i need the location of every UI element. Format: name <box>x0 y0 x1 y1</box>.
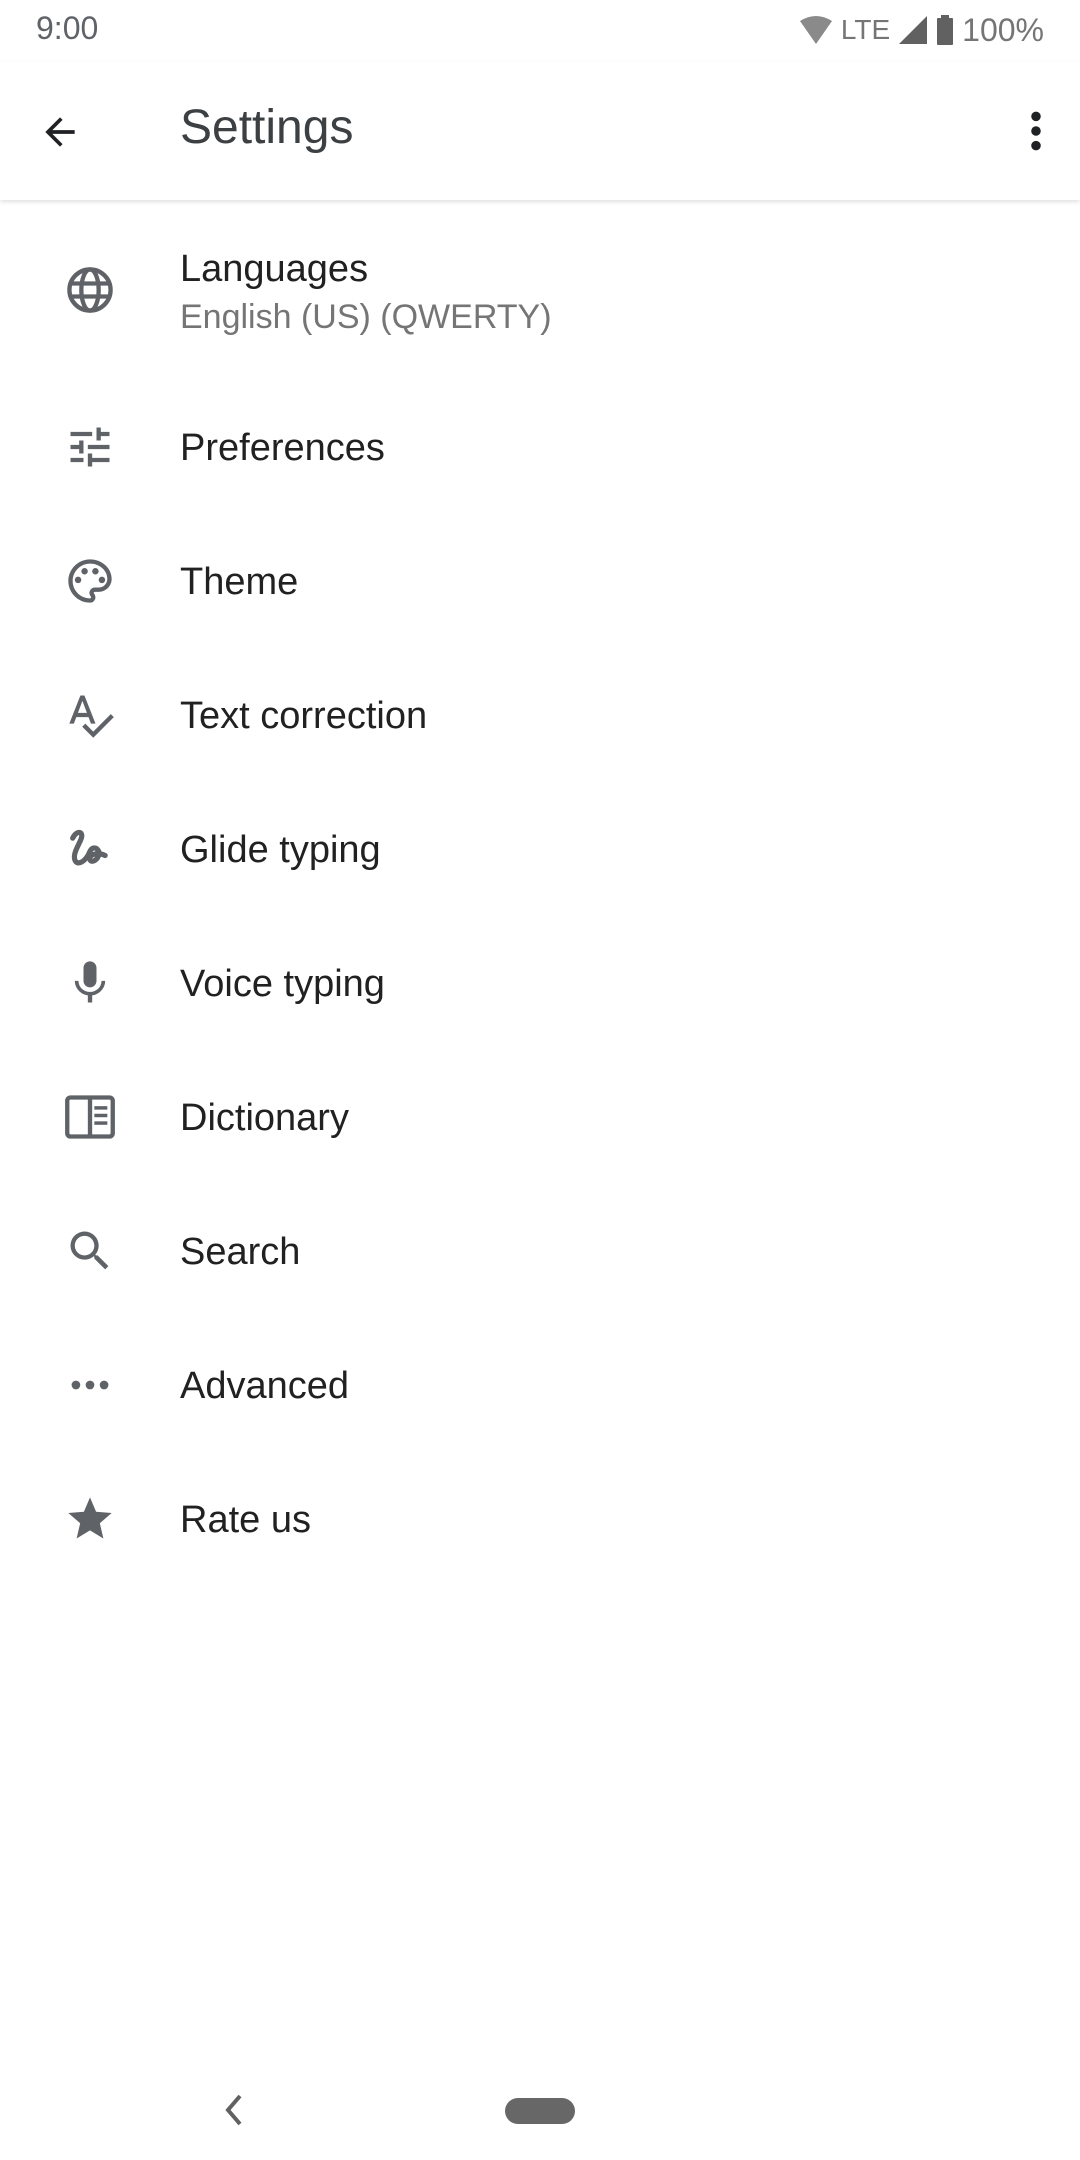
settings-item-search[interactable]: Search <box>0 1184 1080 1318</box>
settings-item-label: Text correction <box>180 695 428 737</box>
settings-item-label: Preferences <box>180 427 385 469</box>
nav-back-button[interactable] <box>218 2090 248 2130</box>
settings-item-dictionary[interactable]: Dictionary <box>0 1050 1080 1184</box>
settings-item-advanced[interactable]: Advanced <box>0 1318 1080 1452</box>
status-bar: 9:00 LTE 100% <box>0 0 1080 62</box>
globe-icon <box>60 260 120 320</box>
settings-item-text-correction[interactable]: Text correction <box>0 648 1080 782</box>
settings-item-glide-typing[interactable]: Glide typing <box>0 782 1080 916</box>
more-options-button[interactable] <box>1006 98 1066 164</box>
tune-icon <box>60 417 120 477</box>
battery-percent: 100% <box>962 11 1044 48</box>
battery-icon <box>937 15 954 45</box>
settings-item-label: Rate us <box>180 1499 311 1541</box>
cell-signal-icon <box>899 16 928 44</box>
star-icon <box>60 1489 120 1549</box>
settings-item-voice-typing[interactable]: Voice typing <box>0 916 1080 1050</box>
arrow-back-icon <box>45 117 75 147</box>
settings-item-label: Voice typing <box>180 963 385 1005</box>
gesture-icon <box>60 819 120 879</box>
settings-item-label: Advanced <box>180 1365 350 1407</box>
status-time: 9:00 <box>36 10 99 46</box>
network-type: LTE <box>840 14 891 45</box>
wifi-icon <box>799 16 832 44</box>
settings-item-rate-us[interactable]: Rate us <box>0 1452 1080 1586</box>
settings-item-label: Dictionary <box>180 1097 349 1139</box>
settings-item-languages[interactable]: Languages English (US) (QWERTY) <box>0 200 1080 380</box>
page-title: Settings <box>180 101 354 154</box>
settings-item-label: Glide typing <box>180 829 381 871</box>
nav-home-pill[interactable] <box>505 2098 575 2124</box>
settings-item-label: Languages <box>180 248 369 290</box>
status-icons: LTE 100% <box>799 10 1044 50</box>
search-icon <box>60 1221 120 1281</box>
spellcheck-icon <box>60 685 120 745</box>
settings-item-theme[interactable]: Theme <box>0 514 1080 648</box>
mic-icon <box>60 953 120 1013</box>
more-horiz-icon <box>60 1355 120 1415</box>
settings-item-subtitle: English (US) (QWERTY) <box>180 298 552 336</box>
book-icon <box>60 1087 120 1147</box>
more-vert-icon <box>1031 111 1041 151</box>
settings-list: Languages English (US) (QWERTY) Preferen… <box>0 200 1080 1586</box>
settings-item-label: Search <box>180 1231 301 1273</box>
system-nav-bar <box>0 2060 1080 2160</box>
palette-icon <box>60 551 120 611</box>
settings-item-preferences[interactable]: Preferences <box>0 380 1080 514</box>
settings-item-label: Theme <box>180 561 299 603</box>
app-bar: Settings <box>0 62 1080 200</box>
back-button[interactable] <box>30 102 90 162</box>
